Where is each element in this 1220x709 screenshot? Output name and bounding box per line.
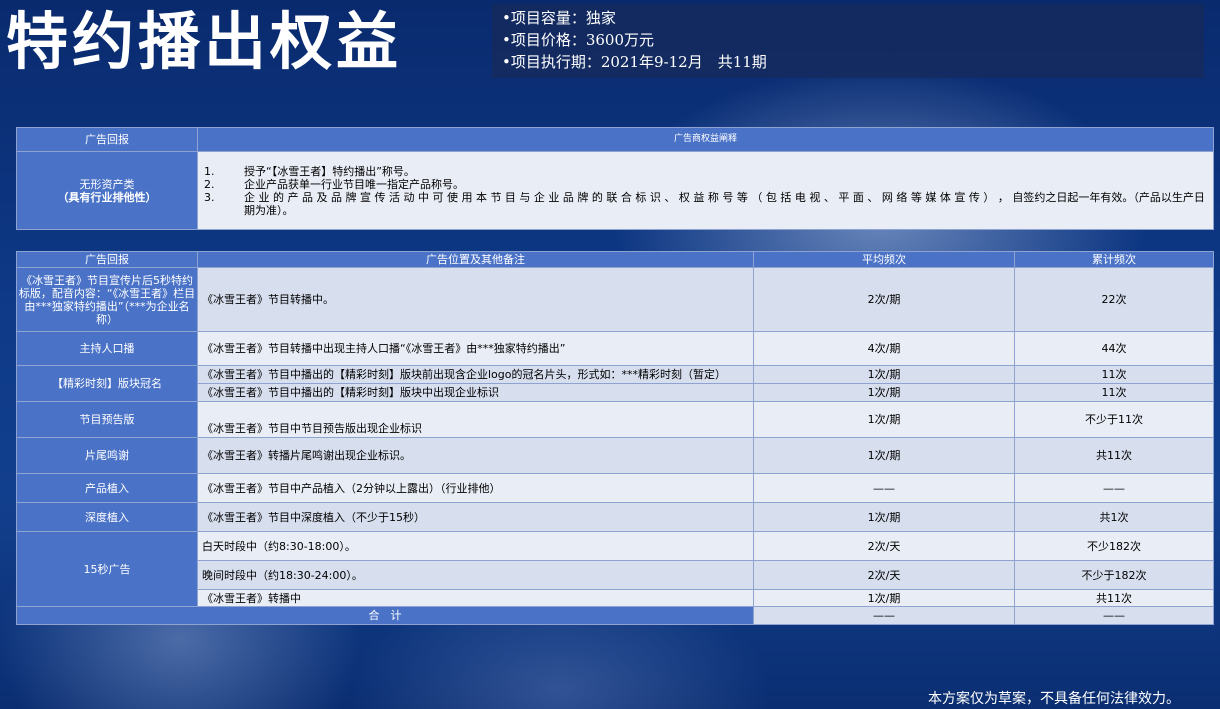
- row-total: 11次: [1014, 383, 1214, 402]
- category-sublabel: （具有行业排他性）: [57, 190, 157, 204]
- row-category: 15秒广告: [16, 531, 198, 607]
- row-description: 《冰雪王者》节目中节目预告版出现企业标识: [197, 401, 754, 438]
- header-ad-return: 广告回报: [16, 251, 198, 268]
- row-total: 不少182次: [1014, 531, 1214, 561]
- row-category: 节目预告版: [16, 401, 198, 438]
- item-number: 1.: [204, 164, 215, 178]
- row-category: 片尾鸣谢: [16, 437, 198, 474]
- row-avg: ——: [753, 473, 1015, 503]
- item-number: 3.: [204, 190, 215, 204]
- item-number: 2.: [204, 177, 215, 191]
- row-description: 《冰雪王者》节目转播中出现主持人口播“《冰雪王者》由***独家特约播出”: [197, 331, 754, 366]
- returns-table: 广告回报 广告位置及其他备注 平均频次 累计频次 《冰雪王者》节目宣传片后5秒特…: [16, 251, 1214, 625]
- rights-table: 广告回报 广告商权益阐释 无形资产类 （具有行业排他性） 1. 授予“【冰雪王者…: [16, 127, 1214, 230]
- row-description: 《冰雪王者》节目中播出的【精彩时刻】版块前出现含企业logo的冠名片头，形式如：…: [197, 365, 754, 384]
- row-description: 《冰雪王者》节目中播出的【精彩时刻】版块中出现企业标识: [197, 383, 754, 402]
- row-avg: 1次/期: [753, 365, 1015, 384]
- row-avg: 1次/期: [753, 401, 1015, 438]
- row-description: 《冰雪王者》转播中: [197, 589, 754, 607]
- row-total: 44次: [1014, 331, 1214, 366]
- row-total: 共11次: [1014, 437, 1214, 474]
- header-ad-return: 广告回报: [16, 127, 198, 152]
- project-period: •项目执行期：2021年9-12月 共11期: [502, 53, 767, 71]
- row-category: 《冰雪王者》节目宣传片后5秒特约标版，配音内容：“《冰雪王者》栏目由***独家特…: [16, 267, 198, 332]
- row-description: 《冰雪王者》转播片尾鸣谢出现企业标识。: [197, 437, 754, 474]
- row-avg: 4次/期: [753, 331, 1015, 366]
- row-avg: 2次/天: [753, 560, 1015, 590]
- row-description: 晚间时段中（约18:30-24:00）。: [197, 560, 754, 590]
- header-avg-frequency: 平均频次: [753, 251, 1015, 268]
- row-category: 【精彩时刻】版块冠名: [16, 365, 198, 402]
- project-capacity: •项目容量：独家: [502, 9, 616, 27]
- row-total: 共1次: [1014, 502, 1214, 532]
- row-total: 不少于182次: [1014, 560, 1214, 590]
- sum-total: ——: [1014, 606, 1214, 625]
- header-position: 广告位置及其他备注: [197, 251, 754, 268]
- row-avg: 1次/期: [753, 589, 1015, 607]
- item-text: 企业产品获单一行业节目唯一指定产品称号。: [244, 177, 464, 191]
- rights-item: 3. 企 业 的 产 品 及 品 牌 宣 传 活 动 中 可 使 用 本 节 目…: [204, 191, 1207, 217]
- row-description: 《冰雪王者》节目中深度植入（不少于15秒）: [197, 502, 754, 532]
- row-category: 主持人口播: [16, 331, 198, 366]
- item-text: 授予“【冰雪王者】特约播出”称号。: [244, 164, 415, 178]
- row-total: 22次: [1014, 267, 1214, 332]
- rights-list-cell: 1. 授予“【冰雪王者】特约播出”称号。 2. 企业产品获单一行业节目唯一指定产…: [197, 151, 1214, 230]
- intangible-asset-cell: 无形资产类 （具有行业排他性）: [16, 151, 198, 230]
- disclaimer-note: 本方案仅为草案，不具备任何法律效力。: [928, 691, 1180, 707]
- row-avg: 1次/期: [753, 437, 1015, 474]
- row-total: 共11次: [1014, 589, 1214, 607]
- row-category: 深度植入: [16, 502, 198, 532]
- rights-item: 1. 授予“【冰雪王者】特约播出”称号。: [204, 165, 1207, 178]
- project-info-box: •项目容量：独家 •项目价格：3600万元 •项目执行期：2021年9-12月 …: [492, 4, 1204, 78]
- row-avg: 1次/期: [753, 502, 1015, 532]
- sum-label: 合 计: [16, 606, 754, 625]
- row-avg: 2次/天: [753, 531, 1015, 561]
- row-total: 11次: [1014, 365, 1214, 384]
- header-rights-explanation: 广告商权益阐释: [197, 127, 1214, 152]
- row-avg: 1次/期: [753, 383, 1015, 402]
- project-price: •项目价格：3600万元: [502, 31, 655, 49]
- page-title: 特约播出权益: [6, 5, 403, 78]
- row-total: ——: [1014, 473, 1214, 503]
- row-description: 白天时段中（约8:30-18:00）。: [197, 531, 754, 561]
- sum-avg: ——: [753, 606, 1015, 625]
- category-label: 无形资产类: [79, 177, 135, 191]
- row-category: 产品植入: [16, 473, 198, 503]
- header-total-frequency: 累计频次: [1014, 251, 1214, 268]
- row-description: 《冰雪王者》节目中产品植入（2分钟以上露出）（行业排他）: [197, 473, 754, 503]
- row-avg: 2次/期: [753, 267, 1015, 332]
- item-text: 企 业 的 产 品 及 品 牌 宣 传 活 动 中 可 使 用 本 节 目 与 …: [244, 190, 1205, 217]
- row-description: 《冰雪王者》节目转播中。: [197, 267, 754, 332]
- rights-item: 2. 企业产品获单一行业节目唯一指定产品称号。: [204, 178, 1207, 191]
- row-total: 不少于11次: [1014, 401, 1214, 438]
